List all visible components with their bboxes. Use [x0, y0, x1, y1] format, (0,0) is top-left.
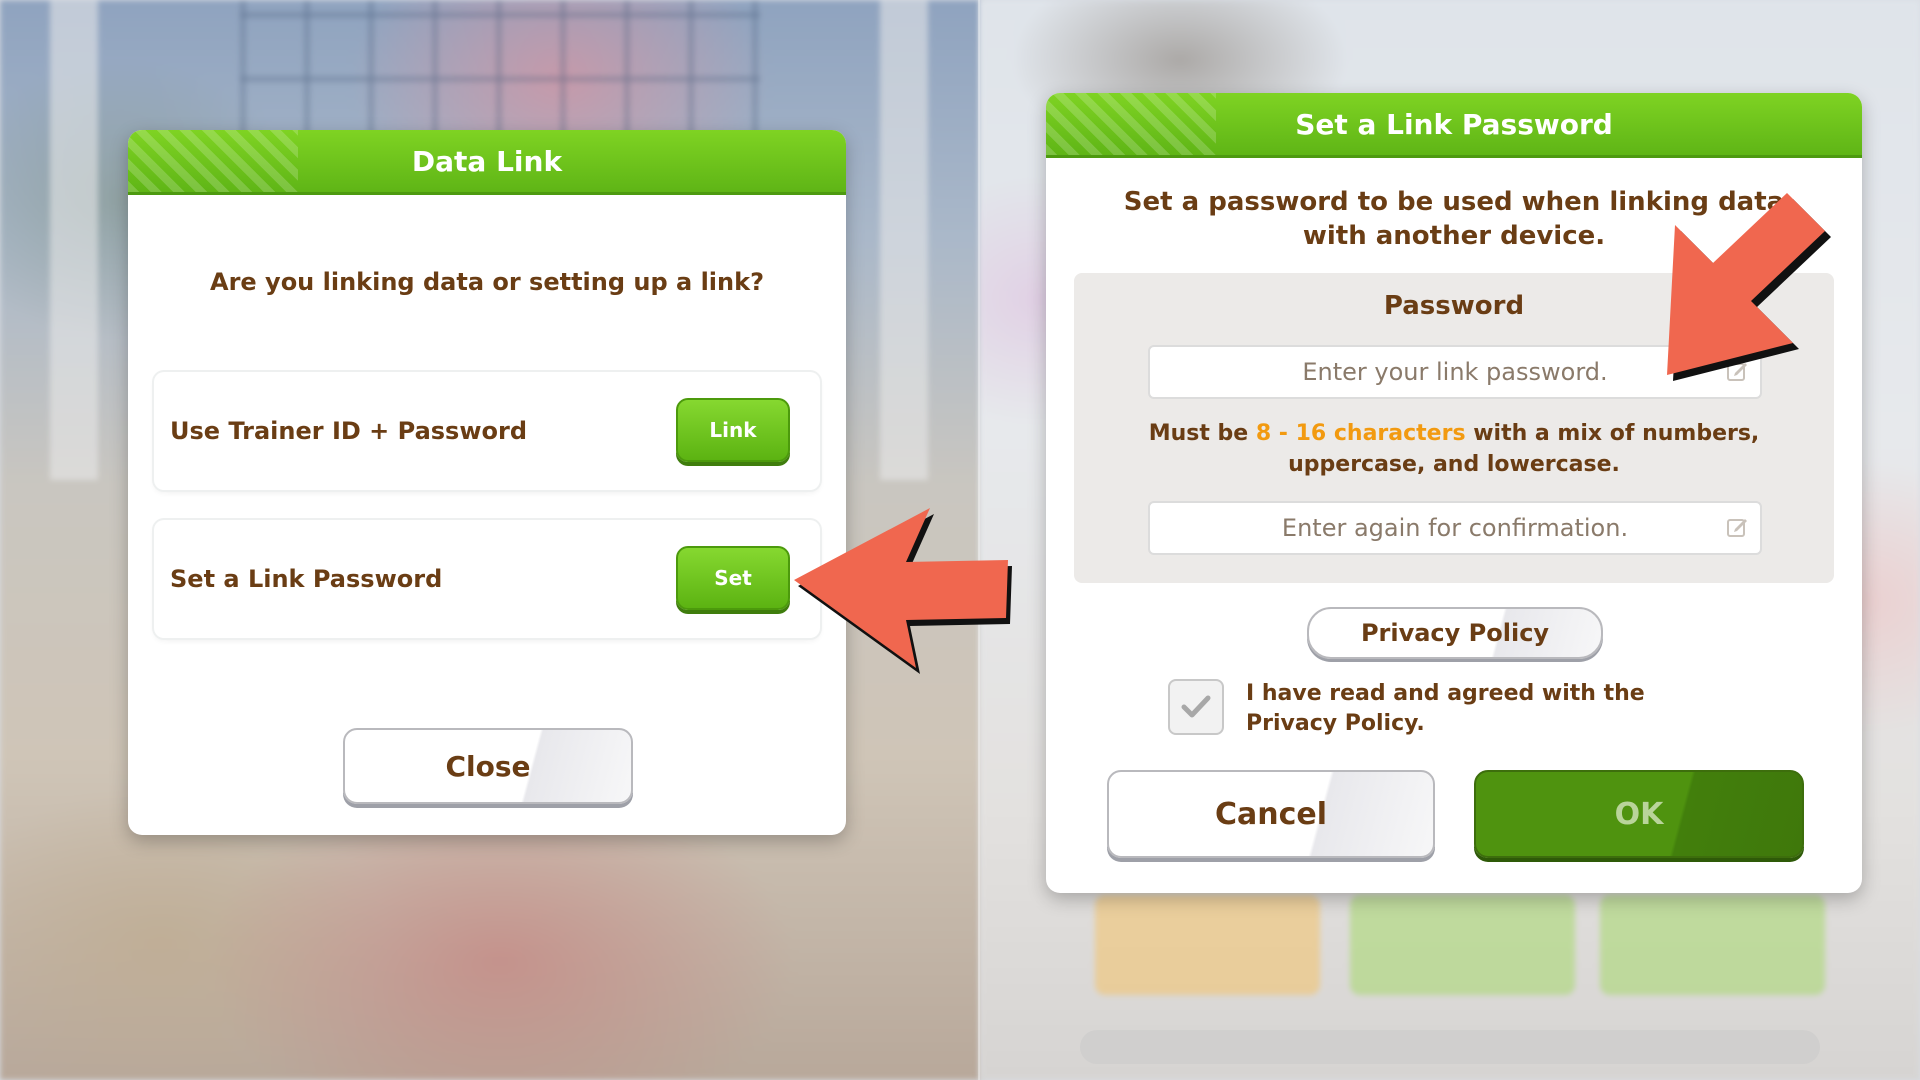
dialog-title: Set a Link Password [1046, 93, 1862, 158]
arrow-annotation [1667, 193, 1831, 381]
edit-icon [1727, 519, 1747, 537]
background-bottom-bar [1080, 1030, 1820, 1064]
rule-prefix: Must be [1148, 421, 1256, 446]
set-button[interactable]: Set [676, 546, 790, 610]
background-tile [1600, 895, 1825, 995]
dialog-title: Data Link [128, 130, 846, 195]
rule-line-2: uppercase, and lowercase. [1288, 452, 1620, 477]
agree-checkbox[interactable] [1168, 679, 1224, 735]
rule-line: Must be 8 - 16 characters with a mix of … [1074, 418, 1834, 449]
agree-text: I have read and agreed with the Privacy … [1246, 681, 1645, 736]
password-rules: Must be 8 - 16 characters with a mix of … [1074, 418, 1834, 480]
link-button[interactable]: Link [676, 398, 790, 462]
privacy-policy-button[interactable]: Privacy Policy [1307, 607, 1603, 659]
confirm-placeholder: Enter again for confirmation. [1281, 514, 1629, 542]
rule-highlight: 8 - 16 characters [1255, 421, 1466, 446]
close-button[interactable]: Close [343, 728, 633, 804]
confirm-password-input[interactable]: Enter again for confirmation. [1148, 501, 1762, 555]
option-label: Set a Link Password [170, 565, 443, 593]
option-set-link-password: Set a Link Password Set [154, 520, 820, 638]
dialog-question: Are you linking data or setting up a lin… [210, 268, 764, 296]
background-pillar [880, 0, 928, 480]
rule-suffix: with a mix of numbers, [1465, 421, 1760, 446]
checkmark-icon [1181, 695, 1211, 718]
background-tile [1095, 895, 1320, 995]
arrow-annotation [794, 508, 1012, 674]
background-tile [1350, 895, 1575, 995]
option-label: Use Trainer ID + Password [170, 417, 528, 445]
background-pillar [50, 0, 98, 480]
password-placeholder: Enter your link password. [1302, 358, 1608, 386]
cancel-button[interactable]: Cancel [1107, 770, 1435, 858]
data-link-dialog: Data Link Are you linking data or settin… [128, 130, 846, 835]
option-trainer-id: Use Trainer ID + Password Link [154, 372, 820, 490]
ok-button[interactable]: OK [1474, 770, 1804, 858]
